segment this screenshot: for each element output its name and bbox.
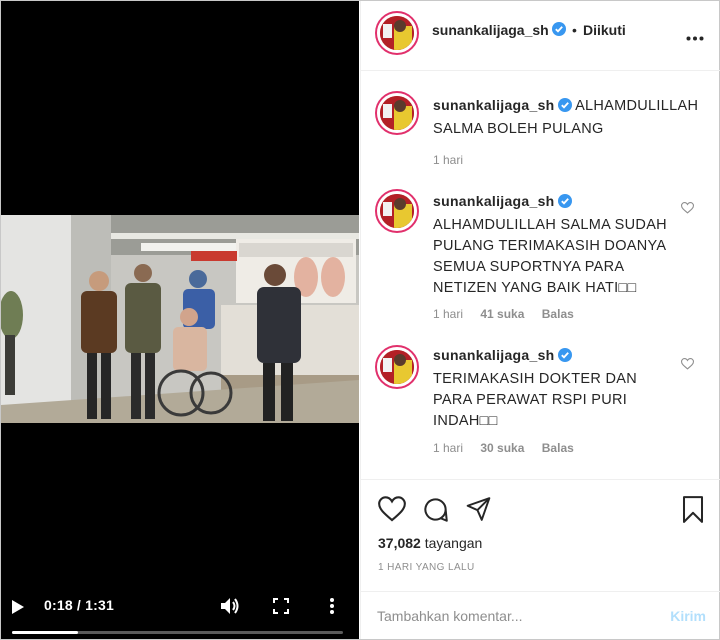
- comment-username[interactable]: sunankalijaga_sh: [433, 97, 555, 113]
- current-time: 0:18: [44, 597, 73, 613]
- comment-likes[interactable]: 41 suka: [480, 307, 524, 321]
- verified-badge-icon: [557, 194, 572, 215]
- more-horizontal-icon[interactable]: [686, 28, 704, 46]
- fullscreen-icon[interactable]: [273, 598, 289, 619]
- posted-time[interactable]: 1 HARI YANG LALU: [378, 562, 475, 573]
- comment-like-heart-icon[interactable]: [680, 201, 695, 219]
- avatar[interactable]: [375, 91, 419, 135]
- comment-line: SALMA BOLEH PULANG: [433, 121, 604, 137]
- avatar-image: [380, 350, 414, 384]
- total-time: 1:31: [85, 597, 114, 613]
- comment-line: TERIMAKASIH DOKTER DAN: [433, 371, 637, 387]
- avatar[interactable]: [375, 345, 419, 389]
- comment-likes[interactable]: 30 suka: [480, 441, 524, 455]
- share-icon[interactable]: [465, 496, 492, 527]
- comment-item: sunankalijaga_sh ALHAMDULILLAH SALMA SUD…: [361, 185, 720, 325]
- caption-comment: sunankalijaga_sh ALHAMDULILLAH SALMA BOL…: [361, 87, 720, 177]
- avatar-image: [380, 194, 414, 228]
- video-controls: 0:18 / 1:31: [1, 577, 359, 639]
- comment-time: 1 hari: [433, 307, 464, 321]
- verified-badge-icon: [557, 348, 572, 369]
- comment-line: PULANG TERIMAKASIH DOANYA: [433, 238, 667, 254]
- video-progress-fill: [12, 631, 79, 634]
- post-actions: 37,082 tayangan 1 HARI YANG LALU: [361, 479, 720, 607]
- view-count-number: 37,082: [378, 535, 421, 551]
- add-comment-bar: Kirim: [361, 591, 720, 639]
- comment-line: INDAH□□: [433, 413, 498, 429]
- avatar[interactable]: [375, 189, 419, 233]
- verified-badge-icon: [557, 98, 572, 119]
- play-icon[interactable]: [11, 599, 25, 620]
- verified-badge-icon: [552, 22, 566, 41]
- comment-icon[interactable]: [422, 496, 449, 528]
- comment-line: SEMUA SUPORTNYA PARA: [433, 259, 625, 275]
- comment-time: 1 hari: [433, 153, 464, 167]
- post-panel: sunankalijaga_sh • Diikuti sunankalijaga…: [360, 1, 720, 639]
- post-header: sunankalijaga_sh • Diikuti: [361, 1, 720, 71]
- comment-username[interactable]: sunankalijaga_sh: [433, 347, 555, 363]
- comment-item: sunankalijaga_sh TERIMAKASIH DOKTER DAN …: [361, 341, 720, 471]
- more-vertical-icon[interactable]: [329, 597, 335, 620]
- volume-icon[interactable]: [220, 597, 240, 620]
- header-username[interactable]: sunankalijaga_sh: [432, 22, 549, 38]
- avatar-image: [380, 16, 414, 50]
- view-count-label: tayangan: [424, 535, 483, 551]
- reply-button[interactable]: Balas: [542, 307, 574, 321]
- comment-text: sunankalijaga_sh ALHAMDULILLAH SALMA SUD…: [433, 191, 667, 299]
- comment-line: NETIZEN YANG BAIK HATI□□: [433, 280, 637, 296]
- comment-text: sunankalijaga_sh ALHAMDULILLAH SALMA BOL…: [433, 95, 698, 140]
- avatar[interactable]: [375, 11, 419, 55]
- comment-time: 1 hari: [433, 441, 464, 455]
- comment-line: ALHAMDULILLAH SALMA SUDAH: [433, 217, 667, 233]
- time-separator: /: [72, 597, 86, 613]
- video-frame-image: [1, 215, 359, 423]
- comment-line: ALHAMDULILLAH: [575, 98, 699, 114]
- comment-meta: 1 hari 41 suka Balas: [433, 307, 588, 321]
- comment-like-heart-icon[interactable]: [680, 357, 695, 375]
- follow-status-button[interactable]: Diikuti: [583, 22, 626, 38]
- comment-meta: 1 hari: [433, 153, 477, 167]
- comment-line: PARA PERAWAT RSPI PURI: [433, 392, 628, 408]
- header-dot: •: [572, 22, 577, 38]
- video-time: 0:18 / 1:31: [44, 597, 114, 613]
- reply-button[interactable]: Balas: [542, 441, 574, 455]
- post-comment-button[interactable]: Kirim: [670, 608, 706, 624]
- comment-username[interactable]: sunankalijaga_sh: [433, 193, 555, 209]
- comment-input[interactable]: [377, 606, 637, 626]
- heart-icon[interactable]: [378, 496, 406, 527]
- avatar-image: [380, 96, 414, 130]
- comment-text: sunankalijaga_sh TERIMAKASIH DOKTER DAN …: [433, 345, 637, 432]
- bookmark-icon[interactable]: [681, 496, 705, 528]
- comment-meta: 1 hari 30 suka Balas: [433, 441, 588, 455]
- video-player[interactable]: 0:18 / 1:31: [1, 1, 359, 639]
- view-count[interactable]: 37,082 tayangan: [378, 535, 482, 551]
- video-progress-bar[interactable]: [12, 631, 343, 634]
